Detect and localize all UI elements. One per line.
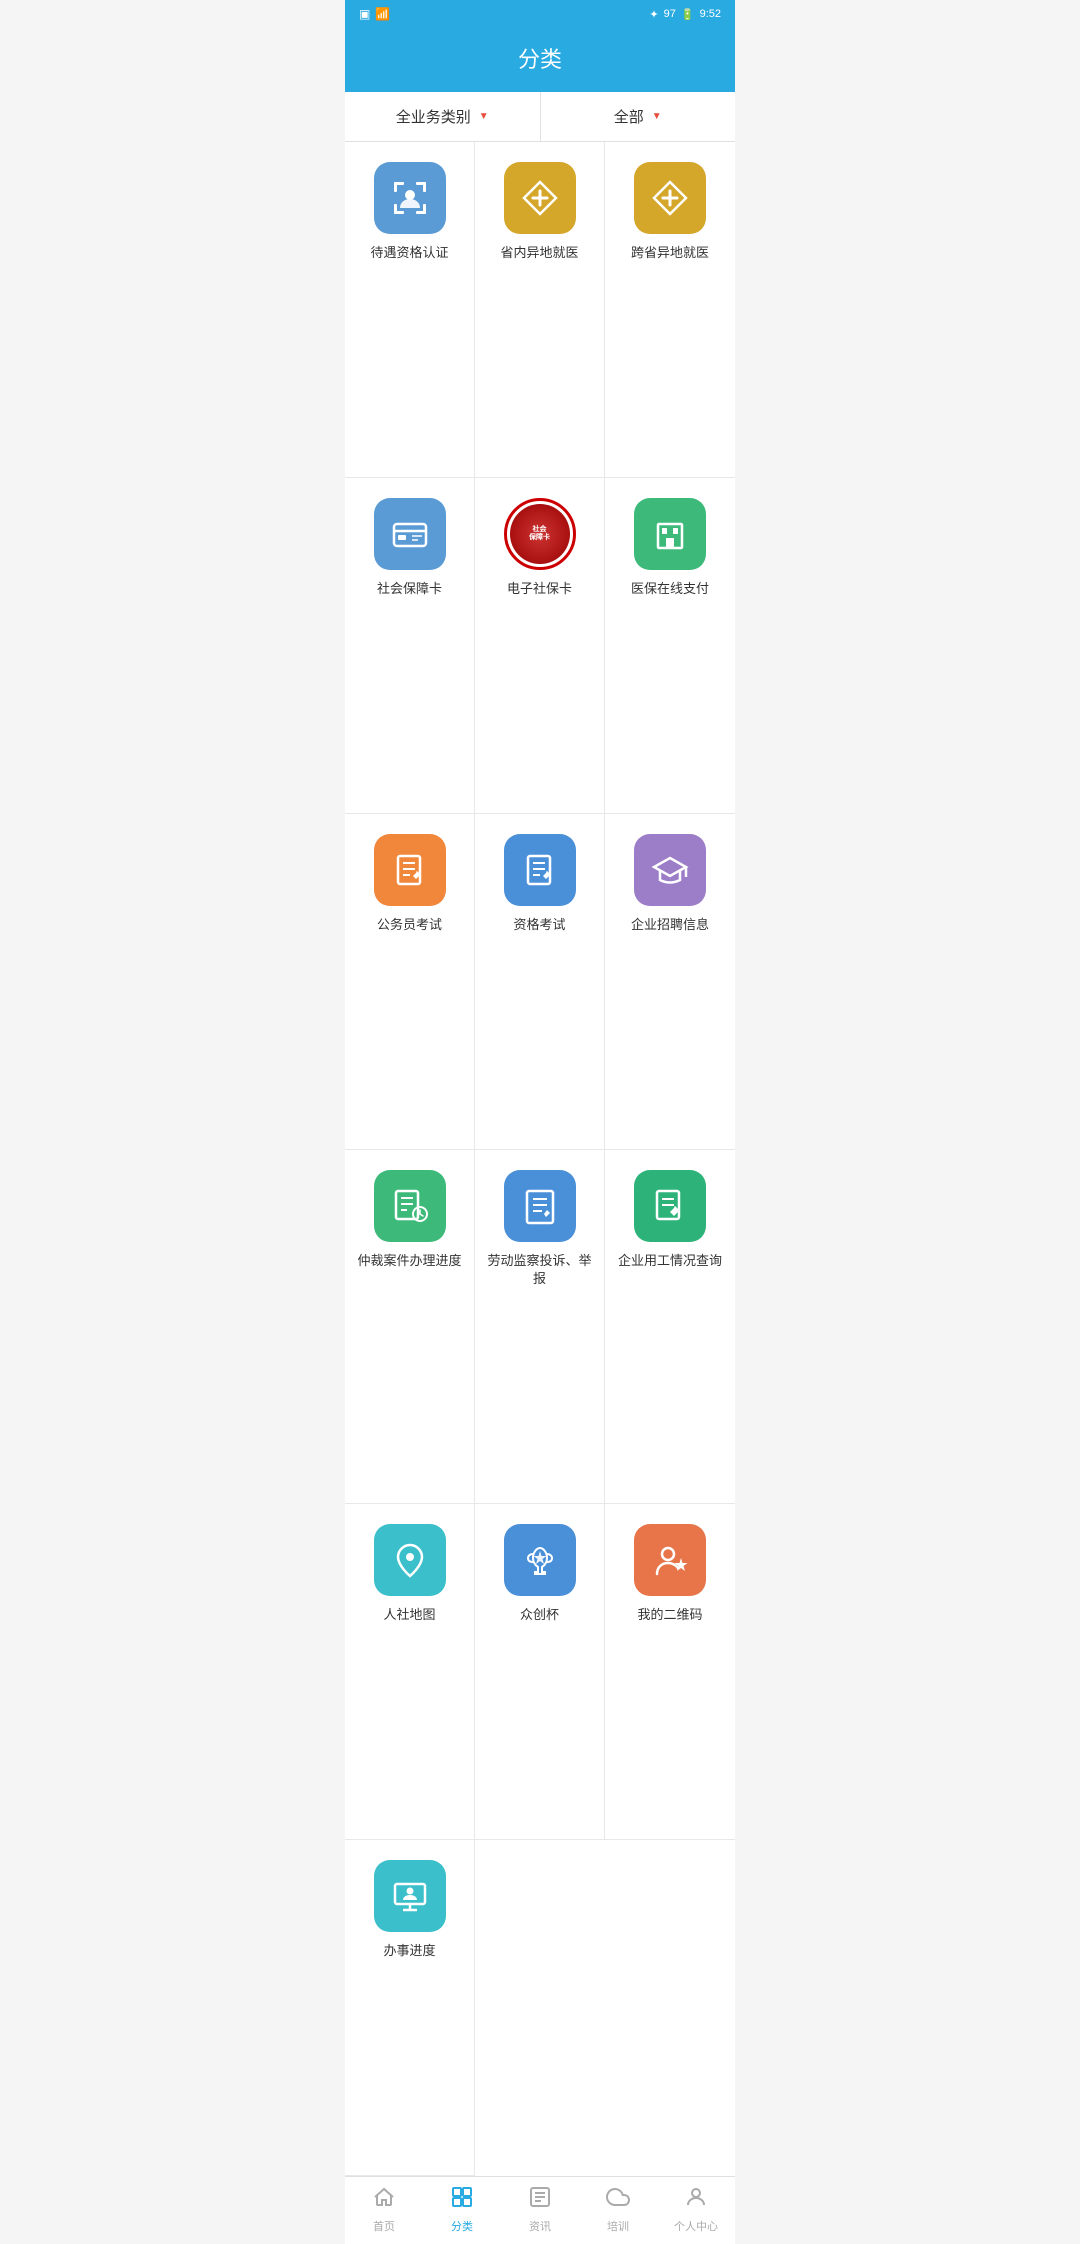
grid-item-label-6: 公务员考试 — [377, 916, 442, 934]
grid-item-5[interactable]: 医保在线支付 — [605, 478, 735, 814]
nav-news-label: 资讯 — [529, 2218, 551, 2234]
grid-item-10[interactable]: 劳动监察投诉、举报 — [475, 1150, 605, 1504]
bottom-navigation: 首页 分类 资讯 培训 个人中心 — [345, 2176, 735, 2244]
nav-category[interactable]: 分类 — [423, 2185, 501, 2234]
nav-category-label: 分类 — [451, 2218, 473, 2234]
icon-graduation — [634, 834, 706, 906]
cloud-icon — [606, 2185, 630, 2215]
grid-item-14[interactable]: 我的二维码 — [605, 1504, 735, 1840]
icon-map-pin — [374, 1524, 446, 1596]
grid-item-label-11: 企业用工情况查询 — [618, 1252, 722, 1270]
icon-person-scan — [374, 162, 446, 234]
grid-item-0[interactable]: 待遇资格认证 — [345, 142, 475, 478]
icon-star-trophy — [504, 1524, 576, 1596]
grid-item-2[interactable]: 跨省异地就医 — [605, 142, 735, 478]
page-title: 分类 — [518, 47, 562, 72]
grid-item-7[interactable]: 资格考试 — [475, 814, 605, 1150]
time: 9:52 — [700, 8, 721, 20]
grid-icon — [450, 2185, 474, 2215]
grid-item-6[interactable]: 公务员考试 — [345, 814, 475, 1150]
icon-monitor-person — [374, 1860, 446, 1932]
icon-doc-edit — [634, 1170, 706, 1242]
grid-item-label-14: 我的二维码 — [637, 1606, 702, 1624]
grid-item-label-5: 医保在线支付 — [631, 580, 709, 598]
status-left: ▣ 📶 — [359, 7, 390, 21]
grid-item-label-0: 待遇资格认证 — [370, 244, 448, 262]
grid-item-label-13: 众创杯 — [520, 1606, 559, 1624]
grid-item-label-4: 电子社保卡 — [507, 580, 572, 598]
grid-item-label-7: 资格考试 — [513, 916, 565, 934]
grid-item-9[interactable]: 仲裁案件办理进度 — [345, 1150, 475, 1504]
grid-item-label-8: 企业招聘信息 — [631, 916, 709, 934]
icon-doc-clock — [374, 1170, 446, 1242]
filter-bar: 全业务类别 ▼ 全部 ▼ — [345, 92, 735, 142]
icon-social-security: 社会保障卡 — [504, 498, 576, 570]
grid-item-label-9: 仲裁案件办理进度 — [357, 1252, 461, 1270]
service-grid: 待遇资格认证 省内异地就医 跨省异地就医 社会保障卡 社会保障卡 电子社保卡 — [345, 142, 735, 2176]
grid-item-label-12: 人社地图 — [383, 1606, 435, 1624]
battery-level: 97 — [664, 8, 676, 20]
home-icon — [372, 2185, 396, 2215]
icon-plus-diamond-2 — [634, 162, 706, 234]
icon-card — [374, 498, 446, 570]
grid-item-3[interactable]: 社会保障卡 — [345, 478, 475, 814]
nav-training[interactable]: 培训 — [579, 2185, 657, 2234]
filter-scope-arrow: ▼ — [652, 111, 662, 122]
grid-item-15[interactable]: 办事进度 — [345, 1840, 475, 2176]
bluetooth-icon: ✦ — [649, 8, 658, 21]
icon-plus-diamond-1 — [504, 162, 576, 234]
grid-item-label-15: 办事进度 — [383, 1942, 435, 1960]
icon-person-star — [634, 1524, 706, 1596]
grid-item-4[interactable]: 社会保障卡 电子社保卡 — [475, 478, 605, 814]
nav-profile-label: 个人中心 — [674, 2218, 718, 2234]
grid-item-label-3: 社会保障卡 — [377, 580, 442, 598]
icon-doc-pen-7 — [504, 834, 576, 906]
filter-category[interactable]: 全业务类别 ▼ — [345, 92, 541, 141]
icon-checklist — [504, 1170, 576, 1242]
filter-category-arrow: ▼ — [479, 111, 489, 122]
grid-item-12[interactable]: 人社地图 — [345, 1504, 475, 1840]
wifi-icon: 📶 — [375, 7, 390, 21]
page-header: 分类 — [345, 28, 735, 92]
sim-icon: ▣ — [359, 7, 370, 21]
grid-item-13[interactable]: 众创杯 — [475, 1504, 605, 1840]
filter-scope-label: 全部 — [614, 106, 644, 127]
nav-training-label: 培训 — [607, 2218, 629, 2234]
nav-news[interactable]: 资讯 — [501, 2185, 579, 2234]
status-bar: ▣ 📶 ✦ 97 🔋 9:52 — [345, 0, 735, 28]
grid-item-8[interactable]: 企业招聘信息 — [605, 814, 735, 1150]
nav-profile[interactable]: 个人中心 — [657, 2185, 735, 2234]
grid-empty-2 — [605, 1840, 735, 2176]
filter-category-label: 全业务类别 — [396, 106, 471, 127]
person-icon — [684, 2185, 708, 2215]
grid-item-1[interactable]: 省内异地就医 — [475, 142, 605, 478]
icon-building — [634, 498, 706, 570]
grid-empty-1 — [475, 1840, 605, 2176]
status-right: ✦ 97 🔋 9:52 — [649, 8, 721, 21]
grid-item-label-2: 跨省异地就医 — [631, 244, 709, 262]
nav-home[interactable]: 首页 — [345, 2185, 423, 2234]
grid-item-label-1: 省内异地就医 — [500, 244, 578, 262]
nav-home-label: 首页 — [373, 2218, 395, 2234]
grid-item-label-10: 劳动监察投诉、举报 — [483, 1252, 596, 1288]
battery-icon: 🔋 — [681, 8, 695, 21]
filter-scope[interactable]: 全部 ▼ — [541, 92, 736, 141]
grid-item-11[interactable]: 企业用工情况查询 — [605, 1150, 735, 1504]
news-icon — [528, 2185, 552, 2215]
icon-doc-pen-6 — [374, 834, 446, 906]
